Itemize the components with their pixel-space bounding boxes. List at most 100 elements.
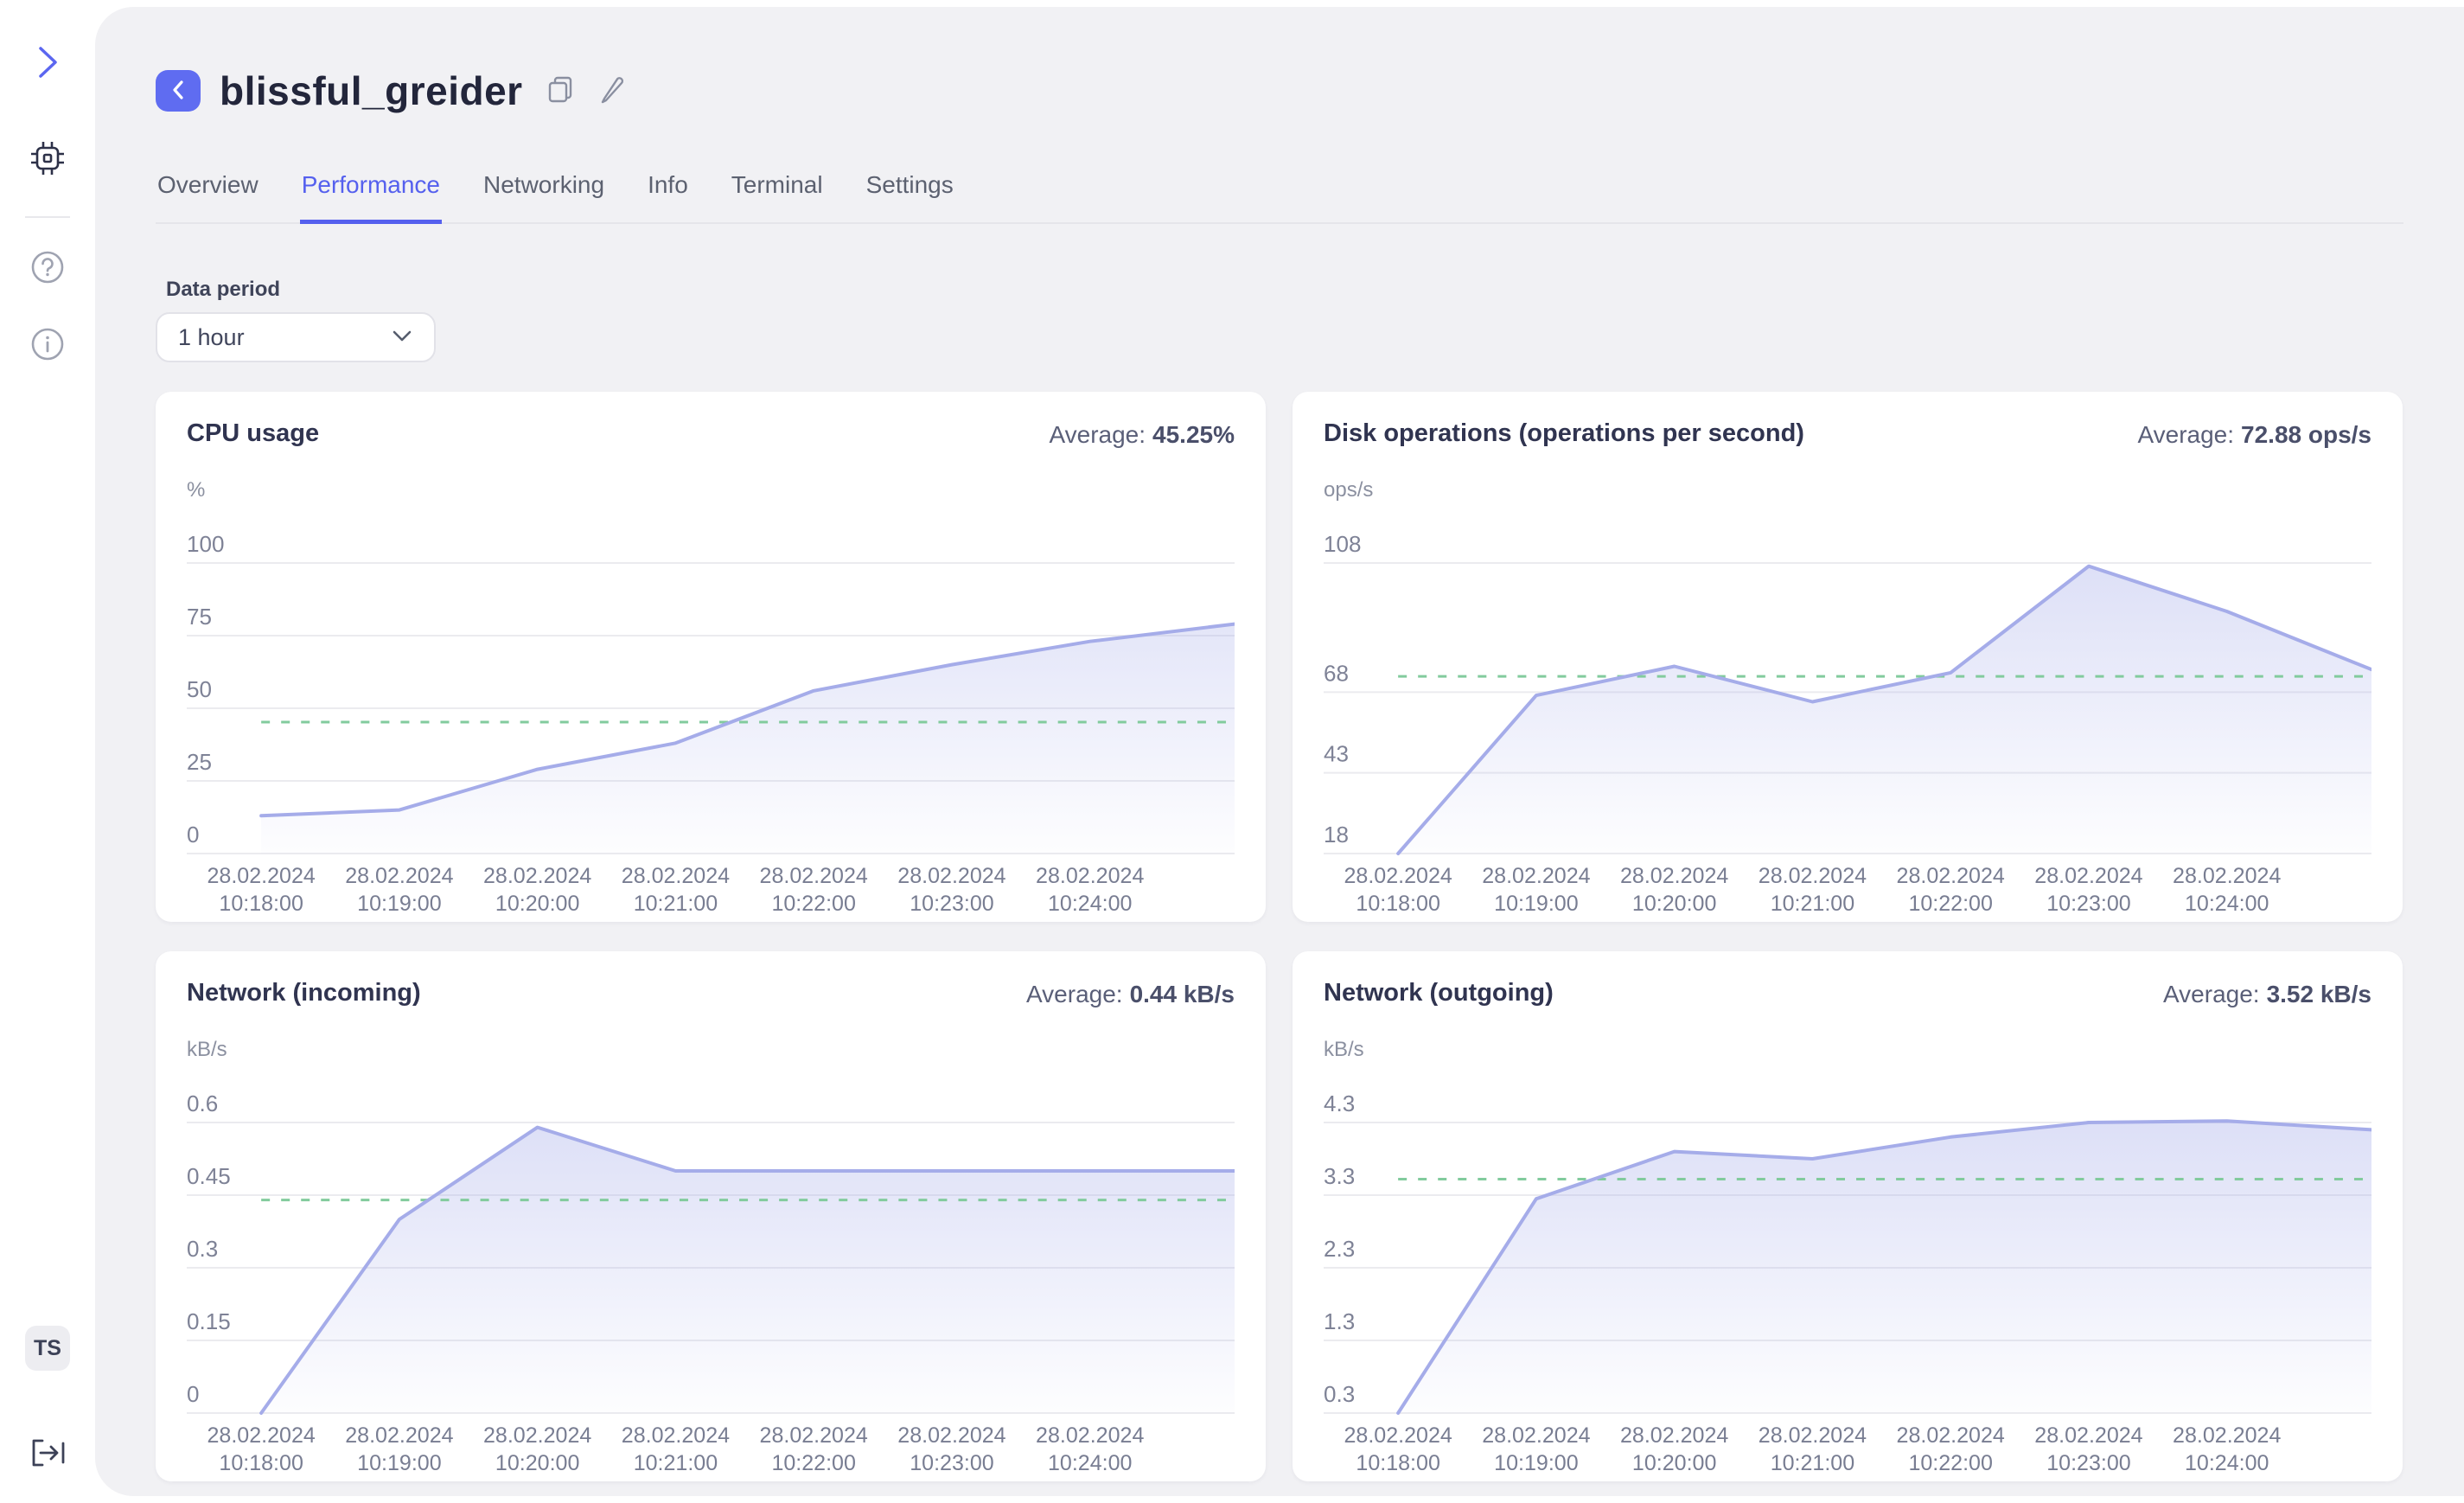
avatar-initials: TS xyxy=(34,1336,61,1361)
question-circle-icon xyxy=(29,249,66,288)
svg-text:0.45: 0.45 xyxy=(187,1163,231,1189)
rename-button[interactable] xyxy=(597,74,627,108)
chart-title: Disk operations (operations per second) xyxy=(1324,413,1804,448)
copy-name-button[interactable] xyxy=(546,74,575,108)
svg-text:28.02.202410:24:00: 28.02.202410:24:00 xyxy=(1036,864,1144,916)
svg-text:3.3: 3.3 xyxy=(1324,1163,1355,1189)
y-axis-unit: kB/s xyxy=(187,1038,1235,1062)
disk-operations-card: Disk operations (operations per second) … xyxy=(1293,392,2403,922)
chart-title: Network (incoming) xyxy=(187,972,421,1007)
svg-text:28.02.202410:19:00: 28.02.202410:19:00 xyxy=(1482,1423,1590,1475)
chevron-left-icon xyxy=(170,79,186,104)
svg-text:0: 0 xyxy=(187,1381,199,1407)
logout-button[interactable] xyxy=(30,1438,65,1470)
svg-text:28.02.202410:20:00: 28.02.202410:20:00 xyxy=(1620,1423,1728,1475)
copy-icon xyxy=(546,74,575,108)
sidebar-expand-button[interactable] xyxy=(33,43,62,84)
logout-icon xyxy=(30,1438,65,1470)
svg-text:28.02.202410:22:00: 28.02.202410:22:00 xyxy=(760,864,868,916)
svg-text:28.02.202410:18:00: 28.02.202410:18:00 xyxy=(207,864,315,916)
data-period-label: Data period xyxy=(166,278,2403,302)
svg-text:4.3: 4.3 xyxy=(1324,1090,1355,1116)
svg-text:28.02.202410:21:00: 28.02.202410:21:00 xyxy=(1759,1423,1867,1475)
svg-text:0.3: 0.3 xyxy=(187,1236,218,1262)
svg-text:2.3: 2.3 xyxy=(1324,1236,1355,1262)
chart-average: Average:45.25% xyxy=(1049,413,1235,449)
tab-networking[interactable]: Networking xyxy=(482,171,606,224)
tab-settings[interactable]: Settings xyxy=(865,171,955,224)
chevron-right-icon xyxy=(33,43,62,84)
pencil-icon xyxy=(597,74,627,108)
data-period-select[interactable]: 1 hour xyxy=(156,312,436,362)
svg-text:28.02.202410:19:00: 28.02.202410:19:00 xyxy=(1482,864,1590,916)
svg-text:18: 18 xyxy=(1324,822,1349,847)
chart-title: Network (outgoing) xyxy=(1324,972,1554,1007)
svg-text:28.02.202410:22:00: 28.02.202410:22:00 xyxy=(1897,864,2005,916)
cpu-usage-chart: 100 75 50 25 0 28.02.202410:18:00 28.02.202410… xyxy=(187,516,1235,916)
charts-grid: CPU usage Average:45.25% % 100 75 50 25 0 28.… xyxy=(156,392,2403,1481)
svg-text:75: 75 xyxy=(187,604,212,630)
tab-info[interactable]: Info xyxy=(646,171,690,224)
svg-text:28.02.202410:23:00: 28.02.202410:23:00 xyxy=(2034,1423,2142,1475)
svg-text:28.02.202410:19:00: 28.02.202410:19:00 xyxy=(345,864,453,916)
svg-text:28.02.202410:18:00: 28.02.202410:18:00 xyxy=(1344,1423,1452,1475)
sidebar-item-about[interactable] xyxy=(29,326,66,365)
svg-text:0.3: 0.3 xyxy=(1324,1381,1355,1407)
svg-text:28.02.202410:21:00: 28.02.202410:21:00 xyxy=(622,864,730,916)
svg-text:50: 50 xyxy=(187,676,212,702)
tab-performance[interactable]: Performance xyxy=(300,171,442,224)
svg-text:0.15: 0.15 xyxy=(187,1308,231,1334)
chip-icon xyxy=(29,139,67,180)
svg-text:28.02.202410:20:00: 28.02.202410:20:00 xyxy=(1620,864,1728,916)
chart-average: Average:3.52 kB/s xyxy=(2163,972,2371,1008)
svg-text:28.02.202410:18:00: 28.02.202410:18:00 xyxy=(207,1423,315,1475)
sidebar-item-instances[interactable] xyxy=(29,139,67,180)
chart-average: Average:0.44 kB/s xyxy=(1026,972,1235,1008)
tab-bar: Overview Performance Networking Info Ter… xyxy=(156,171,2403,224)
tab-terminal[interactable]: Terminal xyxy=(730,171,825,224)
svg-text:28.02.202410:24:00: 28.02.202410:24:00 xyxy=(2173,864,2281,916)
sidebar-divider xyxy=(25,216,70,218)
disk-operations-chart: 108 68 43 18 28.02.202410:18:00 28.02.202410:… xyxy=(1324,516,2371,916)
svg-text:28.02.202410:20:00: 28.02.202410:20:00 xyxy=(483,1423,591,1475)
page-title: blissful_greider xyxy=(220,67,523,114)
cpu-usage-card: CPU usage Average:45.25% % 100 75 50 25 0 28.… xyxy=(156,392,1266,922)
svg-text:28.02.202410:18:00: 28.02.202410:18:00 xyxy=(1344,864,1452,916)
svg-text:28.02.202410:20:00: 28.02.202410:20:00 xyxy=(483,864,591,916)
svg-text:28.02.202410:21:00: 28.02.202410:21:00 xyxy=(1759,864,1867,916)
svg-text:100: 100 xyxy=(187,531,224,557)
svg-text:108: 108 xyxy=(1324,531,1361,557)
filters: Data period 1 hour xyxy=(156,278,2403,362)
chevron-down-icon xyxy=(391,328,413,348)
svg-text:28.02.202410:22:00: 28.02.202410:22:00 xyxy=(1897,1423,2005,1475)
network-outgoing-card: Network (outgoing) Average:3.52 kB/s kB/… xyxy=(1293,951,2403,1481)
sidebar: TS xyxy=(0,0,95,1503)
chart-title: CPU usage xyxy=(187,413,319,448)
svg-text:28.02.202410:19:00: 28.02.202410:19:00 xyxy=(345,1423,453,1475)
svg-text:43: 43 xyxy=(1324,741,1349,767)
avatar[interactable]: TS xyxy=(25,1326,70,1371)
svg-text:25: 25 xyxy=(187,749,212,775)
tab-overview[interactable]: Overview xyxy=(156,171,260,224)
svg-text:0: 0 xyxy=(187,822,199,847)
svg-text:28.02.202410:23:00: 28.02.202410:23:00 xyxy=(897,864,1005,916)
y-axis-unit: % xyxy=(187,478,1235,502)
svg-text:1.3: 1.3 xyxy=(1324,1308,1355,1334)
network-outgoing-chart: 4.3 3.3 2.3 1.3 0.3 28.02.202410:18:00 28.02.2… xyxy=(1324,1076,2371,1475)
svg-text:28.02.202410:24:00: 28.02.202410:24:00 xyxy=(1036,1423,1144,1475)
svg-text:0.6: 0.6 xyxy=(187,1090,218,1116)
sidebar-item-help[interactable] xyxy=(29,249,66,288)
svg-text:28.02.202410:22:00: 28.02.202410:22:00 xyxy=(760,1423,868,1475)
svg-text:28.02.202410:23:00: 28.02.202410:23:00 xyxy=(897,1423,1005,1475)
page-header: blissful_greider xyxy=(156,67,2403,114)
chart-average: Average:72.88 ops/s xyxy=(2137,413,2371,449)
back-button[interactable] xyxy=(156,70,201,112)
info-circle-icon xyxy=(29,326,66,365)
y-axis-unit: kB/s xyxy=(1324,1038,2371,1062)
data-period-value: 1 hour xyxy=(178,324,245,351)
svg-text:68: 68 xyxy=(1324,660,1349,686)
y-axis-unit: ops/s xyxy=(1324,478,2371,502)
main-content: blissful_greider Overview Pe xyxy=(95,7,2464,1496)
svg-text:28.02.202410:23:00: 28.02.202410:23:00 xyxy=(2034,864,2142,916)
svg-text:28.02.202410:21:00: 28.02.202410:21:00 xyxy=(622,1423,730,1475)
